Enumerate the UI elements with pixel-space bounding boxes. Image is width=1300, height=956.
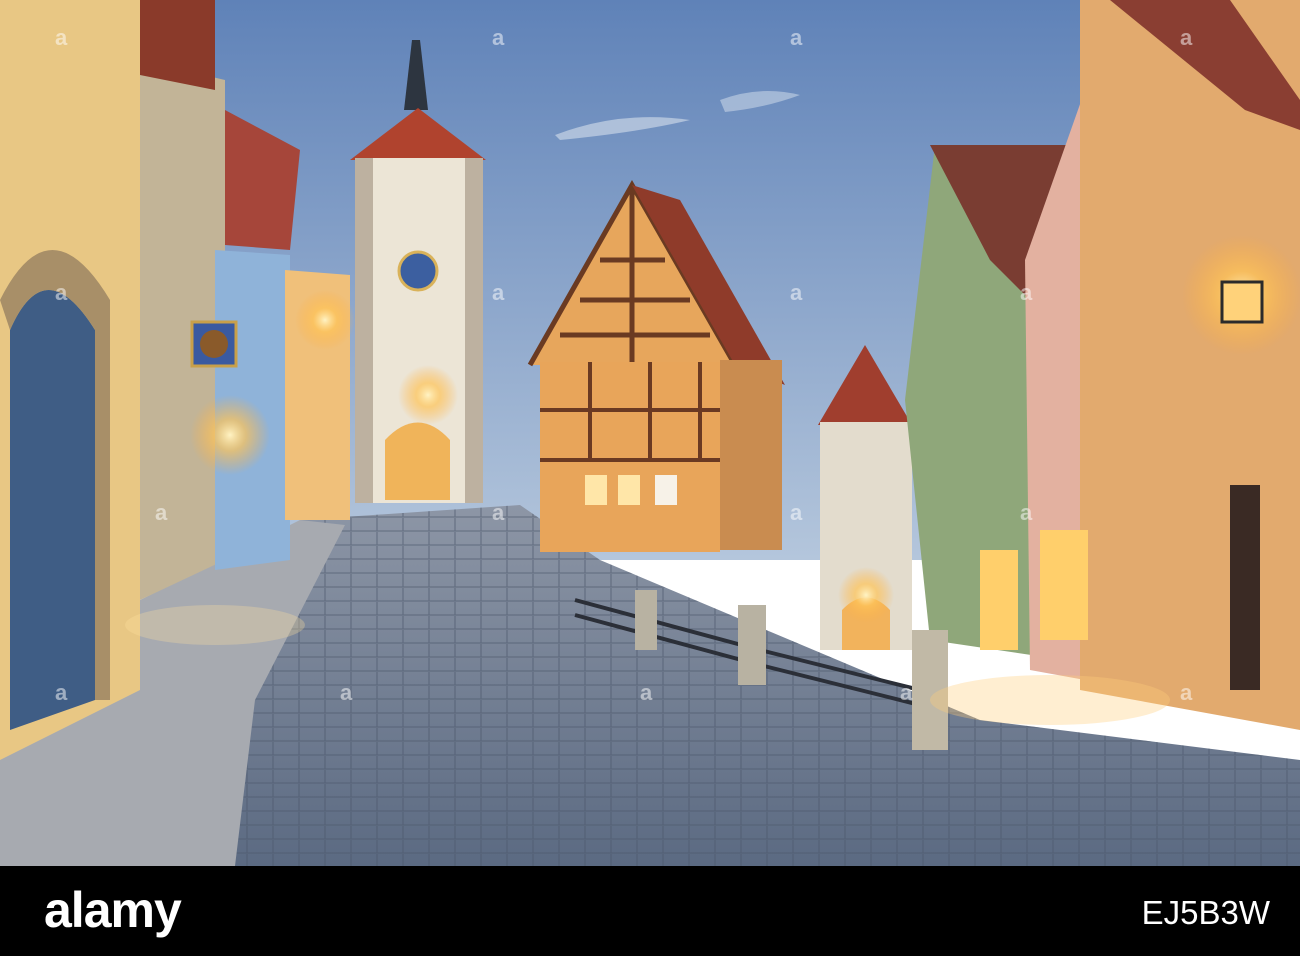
- half-timbered-house: [540, 362, 720, 552]
- svg-text:a: a: [492, 500, 505, 525]
- street-lamp-glow: [190, 395, 270, 475]
- svg-text:a: a: [492, 280, 505, 305]
- svg-text:a: a: [900, 680, 913, 705]
- svg-text:a: a: [1180, 25, 1193, 50]
- svg-text:a: a: [55, 25, 68, 50]
- clock-face-icon: [397, 250, 439, 292]
- alamy-logo: alamy: [44, 882, 182, 938]
- svg-text:a: a: [492, 25, 505, 50]
- light-pool: [125, 605, 305, 645]
- svg-text:a: a: [1180, 680, 1193, 705]
- svg-text:a: a: [790, 500, 803, 525]
- house-side-wall: [720, 360, 782, 550]
- window-lit: [585, 475, 607, 505]
- watermark-footer-bar: [0, 866, 1300, 956]
- roof-left: [140, 0, 215, 90]
- svg-text:a: a: [790, 280, 803, 305]
- street-lamp-glow: [398, 365, 458, 425]
- shop-window-lit: [980, 550, 1018, 650]
- light-pool: [930, 675, 1170, 725]
- tower-stone-edge: [355, 158, 373, 503]
- svg-text:a: a: [155, 500, 168, 525]
- window-lit: [655, 475, 677, 505]
- street-photo: a a a a a a a a a a a a a a a a a: [0, 0, 1300, 866]
- stock-photo-frame: a a a a a a a a a a a a a a a a a alamy …: [0, 0, 1300, 956]
- svg-text:a: a: [340, 680, 353, 705]
- svg-text:a: a: [1020, 500, 1033, 525]
- svg-text:a: a: [55, 680, 68, 705]
- tower-stone-edge: [465, 158, 483, 503]
- street-lamp-glow: [295, 290, 355, 350]
- sign-barrel-icon: [200, 330, 228, 358]
- svg-text:a: a: [55, 280, 68, 305]
- stone-post: [635, 590, 657, 650]
- tower-gate-arch: [385, 422, 450, 500]
- svg-text:a: a: [790, 25, 803, 50]
- street-lamp: [1220, 280, 1264, 324]
- stone-post: [738, 605, 766, 685]
- doorway-right: [1230, 485, 1260, 690]
- image-id-label: EJ5B3W: [1141, 894, 1270, 931]
- shop-window-lit: [1040, 530, 1088, 640]
- street-lamp-glow: [838, 567, 894, 623]
- svg-text:a: a: [640, 680, 653, 705]
- svg-text:a: a: [1020, 280, 1033, 305]
- arched-doorway: [10, 290, 95, 730]
- window-lit: [618, 475, 640, 505]
